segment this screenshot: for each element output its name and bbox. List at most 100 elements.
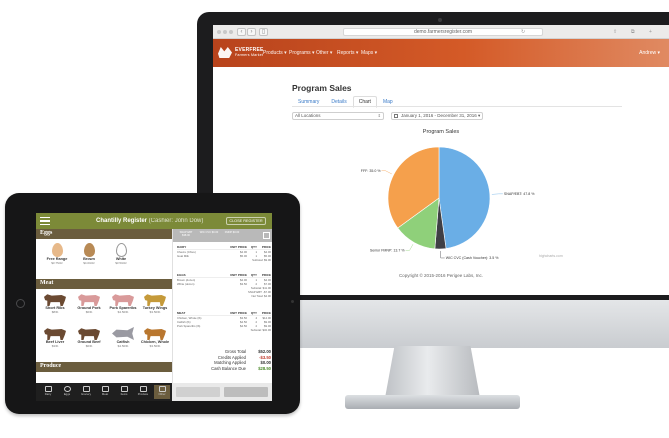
product-chicken-whole[interactable]: Chicken, Whole $3.50/lb bbox=[140, 327, 170, 348]
eggs-net-total: Net Total: $4.00 bbox=[251, 294, 271, 298]
receipt-eggs: EGGS UNIT PRICE QTY PRICE Brown (dozen) … bbox=[177, 273, 271, 298]
edit-icon[interactable] bbox=[263, 232, 270, 239]
col-unit: UNIT PRICE bbox=[229, 311, 247, 315]
fmnp-total: FMNP $0.00 bbox=[224, 231, 240, 234]
receipt-dairy: DAIRY UNIT PRICE QTY PRICE Chevre (Chive… bbox=[177, 245, 271, 262]
category-other[interactable]: Other bbox=[154, 385, 170, 399]
cashier-name: (Cashier: John Dow) bbox=[148, 218, 204, 224]
cow-icon bbox=[44, 294, 66, 306]
fish-icon bbox=[112, 327, 134, 340]
meat-subtotal: Subtotal: $32.00 bbox=[250, 328, 271, 332]
col-qty: QTY bbox=[250, 245, 257, 249]
product-price: $3.50/lb bbox=[149, 309, 161, 314]
product-catfish[interactable]: Catfish $4.50/lb bbox=[108, 327, 138, 348]
product-white[interactable]: White $3.50/dz bbox=[106, 243, 136, 265]
product-ground-beef[interactable]: Ground Beef $6/lb bbox=[74, 327, 104, 348]
tablet-screen: Chantilly Register (Cashier: John Dow) C… bbox=[36, 213, 272, 401]
product-price: $3.75/dz bbox=[51, 260, 63, 265]
register-title: Chantilly Register (Cashier: John Dow) bbox=[96, 218, 203, 224]
slice-label-wic-cvc: WIC CVC (Cash Voucher): 3.5 % bbox=[446, 256, 500, 260]
product-price: $4.50/lb bbox=[117, 309, 129, 314]
line-name: Pork Spareribs (lb) bbox=[177, 324, 201, 328]
category-label: Dairy bbox=[44, 392, 52, 396]
section-meat: Meat bbox=[36, 279, 172, 289]
menu-icon[interactable] bbox=[40, 217, 50, 225]
ipad-home-button bbox=[16, 299, 25, 308]
wic-total: WIC CVC $0.00 bbox=[199, 231, 219, 234]
chart-credit: highcharts.com bbox=[539, 254, 563, 258]
category-label: Eggs bbox=[63, 392, 71, 396]
checkout-button[interactable] bbox=[224, 387, 268, 397]
product-price: $4.00/dz bbox=[83, 260, 95, 265]
category-label: Items bbox=[120, 392, 128, 396]
category-eggs[interactable]: Eggs bbox=[59, 385, 75, 399]
col-name: DAIRY bbox=[177, 245, 187, 249]
imac-stand bbox=[385, 346, 480, 398]
category-grocery[interactable]: Grocery bbox=[78, 385, 94, 399]
slice-label-snap-ebt: SNAP/EBT: 47.8 % bbox=[504, 192, 535, 196]
imac-foot bbox=[345, 395, 520, 409]
section-produce: Produce bbox=[36, 362, 172, 372]
balance-due-row: Cash Balance Due $28.50 bbox=[177, 366, 271, 372]
dairy-subtotal: Subtotal: $9.00 bbox=[252, 258, 271, 262]
snap-total: SNAP EBT $38.00 bbox=[179, 231, 193, 238]
product-pork-spareribs[interactable]: Pork Spareribs $4.50/lb bbox=[108, 293, 138, 314]
receipt-actions bbox=[172, 383, 272, 401]
category-label: Meat bbox=[101, 392, 109, 396]
receipt-totals: Gross Total $52.00 Credits Applied -$3.5… bbox=[177, 349, 271, 371]
egg-icon bbox=[115, 243, 127, 257]
product-free-range[interactable]: Free Range $3.75/dz bbox=[42, 243, 72, 265]
cow-icon bbox=[44, 328, 66, 340]
section-eggs: Eggs bbox=[36, 229, 172, 239]
col-unit: UNIT PRICE bbox=[229, 273, 247, 277]
close-register-button[interactable]: CLOSE REGISTER bbox=[226, 217, 266, 225]
slice-label-senior-fmnp: Senior FMNP: 13.7 % bbox=[370, 249, 406, 253]
slice-connector bbox=[381, 170, 392, 175]
category-label: Grocery bbox=[81, 392, 91, 396]
col-price: PRICE bbox=[261, 273, 271, 277]
category-dairy[interactable]: Dairy bbox=[40, 385, 56, 399]
product-brown[interactable]: Brown $4.00/dz bbox=[74, 243, 104, 265]
col-price: PRICE bbox=[261, 311, 271, 315]
col-price: PRICE bbox=[261, 245, 271, 249]
pie-slice-snap-ebt[interactable] bbox=[438, 146, 491, 249]
section-meat-label: Meat bbox=[40, 280, 54, 286]
category-label: Other bbox=[158, 392, 166, 396]
product-price: $3.50/lb bbox=[149, 343, 161, 348]
section-eggs-label: Eggs bbox=[40, 230, 53, 236]
line-name: White (dozen) bbox=[177, 282, 195, 286]
product-price: $4.50/lb bbox=[117, 343, 129, 348]
secondary-action-button[interactable] bbox=[176, 387, 220, 397]
turkey-icon bbox=[144, 294, 166, 306]
col-unit: UNIT PRICE bbox=[229, 245, 247, 249]
register-header: Chantilly Register (Cashier: John Dow) C… bbox=[36, 213, 272, 229]
line-unit: $4.50 bbox=[240, 324, 247, 328]
register-name: Chantilly Register bbox=[96, 218, 148, 224]
egg-icon bbox=[83, 243, 95, 257]
section-produce-label: Produce bbox=[40, 363, 62, 369]
imac-camera bbox=[438, 18, 442, 22]
col-qty: QTY bbox=[250, 311, 257, 315]
line-unit: $5.00 bbox=[240, 254, 247, 258]
product-beef-liver[interactable]: Beef Liver $3/lb bbox=[40, 327, 70, 348]
ipad-camera bbox=[291, 300, 294, 303]
cow-icon bbox=[78, 328, 100, 340]
balance-due-label: Cash Balance Due bbox=[211, 365, 246, 371]
product-short-ribs[interactable]: Short Ribs $8/lb bbox=[40, 293, 70, 314]
marketing-scene: ‹ › ▯ demo.farmersregister.com ↻ ⇧ ⧉ + E… bbox=[0, 0, 669, 438]
category-produce[interactable]: Produce bbox=[135, 385, 151, 399]
category-items[interactable]: Items bbox=[116, 385, 132, 399]
product-turkey-wings[interactable]: Turkey Wings $3.50/lb bbox=[140, 293, 170, 314]
col-name: MEAT bbox=[177, 311, 186, 315]
product-price: $6/lb bbox=[85, 309, 93, 314]
category-meat[interactable]: Meat bbox=[97, 385, 113, 399]
product-price: $3.50/dz bbox=[115, 260, 127, 265]
line-name: Goat Milk bbox=[177, 254, 189, 258]
product-ground-pork[interactable]: Ground Pork $6/lb bbox=[74, 293, 104, 314]
slice-label-fff: FFF: 35.0 % bbox=[361, 169, 382, 173]
col-qty: QTY bbox=[250, 273, 257, 277]
balance-due-value: $28.50 bbox=[258, 365, 271, 371]
slice-connector bbox=[405, 244, 414, 251]
col-name: EGGS bbox=[177, 273, 186, 277]
line-unit: $3.50 bbox=[240, 282, 247, 286]
